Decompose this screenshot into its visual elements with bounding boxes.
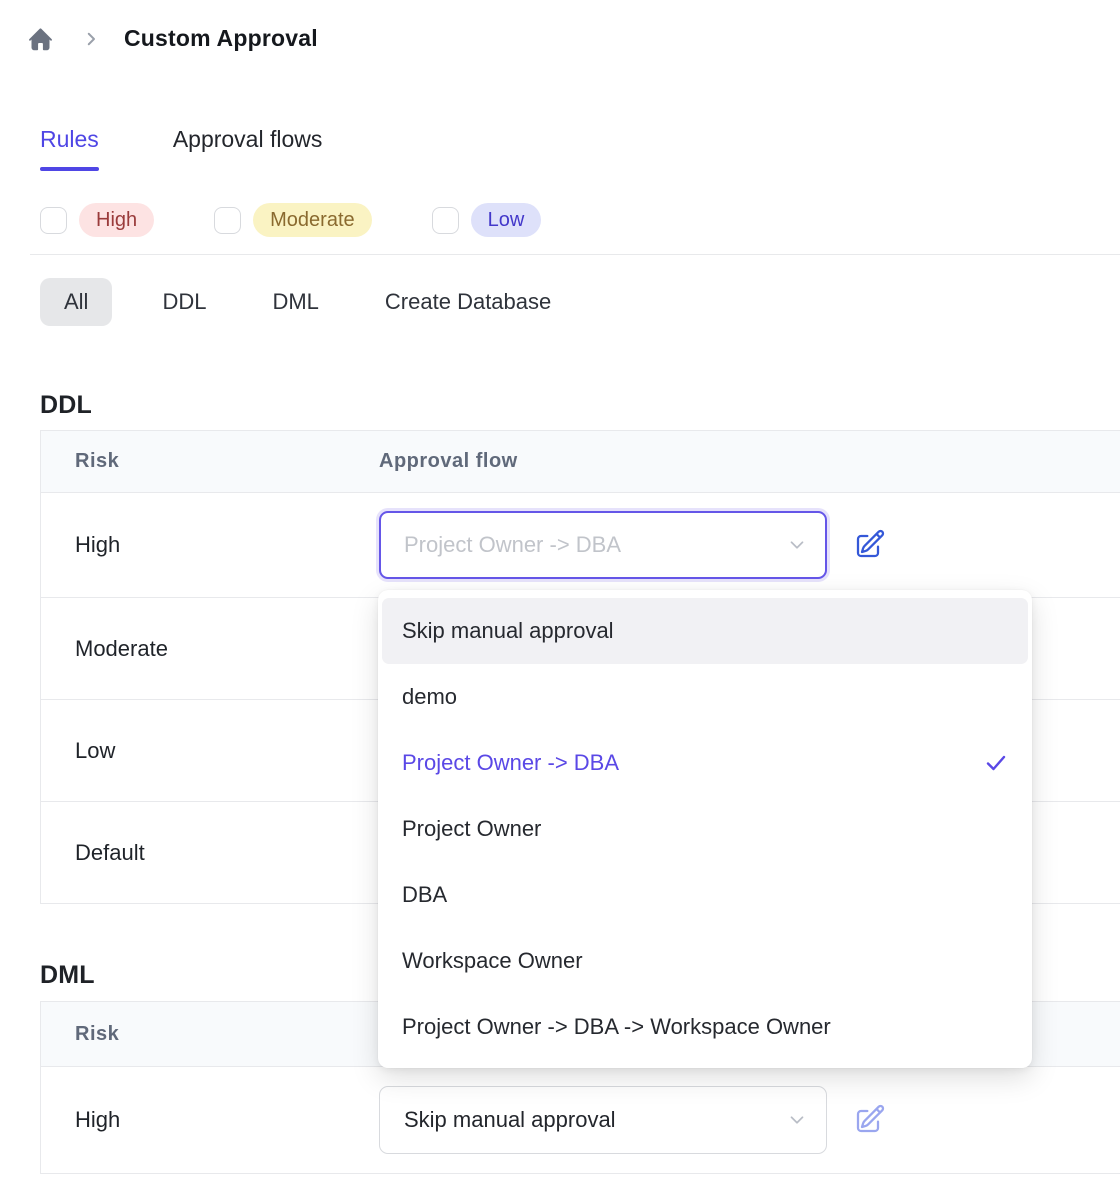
section-divider bbox=[30, 254, 1120, 255]
chevron-down-icon bbox=[786, 534, 808, 556]
risk-label: Moderate bbox=[41, 636, 379, 662]
filter-group-moderate: Moderate bbox=[214, 203, 372, 237]
ddl-table-header: Risk Approval flow bbox=[41, 431, 1120, 493]
edit-flow-button[interactable] bbox=[851, 526, 889, 564]
tab-bar: Rules Approval flows bbox=[40, 126, 322, 153]
risk-label: Low bbox=[41, 738, 379, 764]
dropdown-option-workspace-owner[interactable]: Workspace Owner bbox=[382, 928, 1028, 994]
dropdown-option-project-owner-dba-workspace-owner[interactable]: Project Owner -> DBA -> Workspace Owner bbox=[382, 994, 1028, 1060]
select-value: Skip manual approval bbox=[404, 1107, 786, 1133]
edit-flow-button[interactable] bbox=[851, 1101, 889, 1139]
tab-approval-flows[interactable]: Approval flows bbox=[173, 126, 323, 153]
approval-flow-cell: Skip manual approval bbox=[379, 1086, 889, 1154]
column-header-approval-flow: Approval flow bbox=[379, 450, 518, 473]
select-value: Project Owner -> DBA bbox=[404, 532, 786, 558]
high-badge[interactable]: High bbox=[79, 203, 154, 237]
dropdown-option-project-owner[interactable]: Project Owner bbox=[382, 796, 1028, 862]
category-tab-ddl[interactable]: DDL bbox=[146, 278, 222, 326]
low-checkbox[interactable] bbox=[432, 207, 459, 234]
breadcrumb: Custom Approval bbox=[26, 24, 318, 53]
pencil-square-icon bbox=[854, 528, 886, 563]
section-title-dml: DML bbox=[40, 961, 95, 990]
dropdown-option-dba[interactable]: DBA bbox=[382, 862, 1028, 928]
risk-label: High bbox=[41, 532, 379, 558]
filter-group-high: High bbox=[40, 203, 154, 237]
column-header-risk: Risk bbox=[41, 1023, 379, 1046]
page-title: Custom Approval bbox=[124, 25, 318, 52]
dropdown-option-demo[interactable]: demo bbox=[382, 664, 1028, 730]
category-tab-all[interactable]: All bbox=[40, 278, 112, 326]
risk-filter-row: High Moderate Low bbox=[40, 203, 601, 237]
table-row-high: High Skip manual approval bbox=[41, 1067, 1120, 1174]
filter-group-low: Low bbox=[432, 203, 542, 237]
approval-flow-dropdown: Skip manual approval demo Project Owner … bbox=[378, 590, 1032, 1068]
approval-flow-select[interactable]: Project Owner -> DBA bbox=[379, 511, 827, 579]
home-icon[interactable] bbox=[26, 24, 55, 53]
low-badge[interactable]: Low bbox=[471, 203, 542, 237]
risk-label: Default bbox=[41, 840, 379, 866]
check-icon bbox=[984, 751, 1008, 775]
chevron-right-icon bbox=[82, 30, 100, 48]
option-label: Project Owner -> DBA bbox=[402, 750, 619, 776]
pencil-square-icon bbox=[854, 1103, 886, 1138]
approval-flow-cell: Project Owner -> DBA bbox=[379, 511, 889, 579]
custom-approval-page: Custom Approval Rules Approval flows Hig… bbox=[0, 0, 1120, 1180]
moderate-badge[interactable]: Moderate bbox=[253, 203, 372, 237]
dropdown-option-project-owner-dba[interactable]: Project Owner -> DBA bbox=[382, 730, 1028, 796]
section-title-ddl: DDL bbox=[40, 391, 92, 420]
approval-flow-select[interactable]: Skip manual approval bbox=[379, 1086, 827, 1154]
category-tab-dml[interactable]: DML bbox=[256, 278, 334, 326]
column-header-risk: Risk bbox=[41, 450, 379, 473]
category-tab-bar: All DDL DML Create Database bbox=[40, 278, 567, 326]
table-row-high: High Project Owner -> DBA bbox=[41, 493, 1120, 598]
tab-rules[interactable]: Rules bbox=[40, 126, 99, 153]
moderate-checkbox[interactable] bbox=[214, 207, 241, 234]
category-tab-create-database[interactable]: Create Database bbox=[369, 278, 567, 326]
risk-label: High bbox=[41, 1107, 379, 1133]
chevron-down-icon bbox=[786, 1109, 808, 1131]
high-checkbox[interactable] bbox=[40, 207, 67, 234]
dropdown-option-skip-manual-approval[interactable]: Skip manual approval bbox=[382, 598, 1028, 664]
